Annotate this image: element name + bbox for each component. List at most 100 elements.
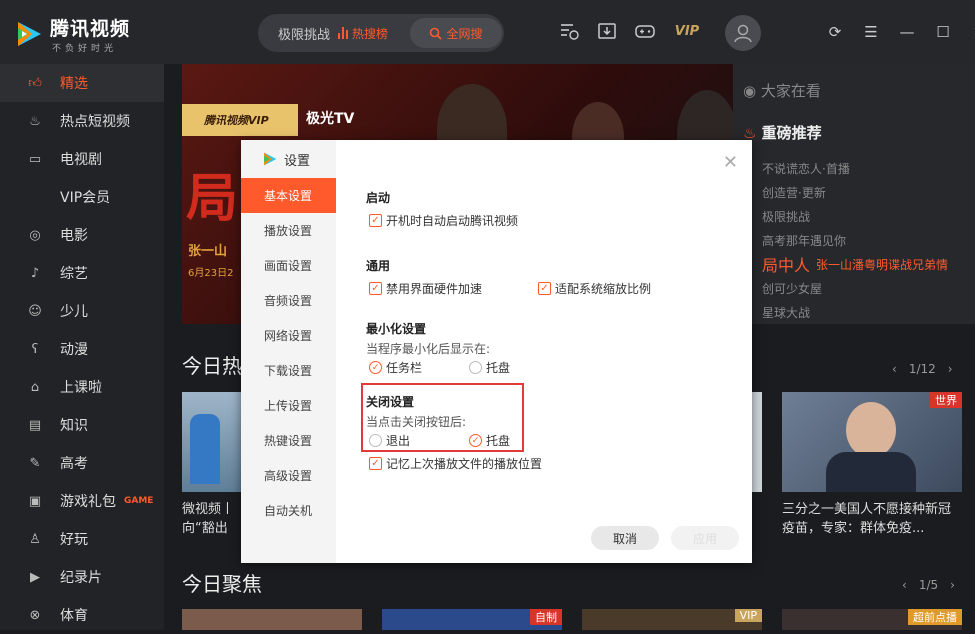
hot-section-title: 今日热	[182, 354, 242, 378]
cancel-button[interactable]: 取消	[591, 526, 659, 550]
close-exit-radio[interactable]: 退出	[369, 432, 410, 449]
vip-icon[interactable]: VIP	[672, 20, 702, 42]
settings-nav-item[interactable]: 音频设置	[241, 283, 336, 318]
sidebar-item[interactable]: 👍︎ 精选	[0, 64, 164, 102]
video-tag: VIP	[734, 609, 762, 622]
refresh-icon[interactable]: ⟳	[825, 22, 845, 42]
settings-nav-item[interactable]: 热键设置	[241, 423, 336, 458]
sidebar-item[interactable]: ♪ 综艺	[0, 254, 164, 292]
kid-icon: ☺	[28, 303, 42, 319]
settings-nav-item[interactable]: 高级设置	[241, 458, 336, 493]
hot-page-number: 1/12	[908, 362, 936, 376]
sidebar-item[interactable]: ⊗ 体育	[0, 596, 164, 634]
trending-title: ◉ 大家在看	[743, 82, 821, 100]
sidebar-item[interactable]: VIP会员	[0, 178, 164, 216]
sidebar-item[interactable]: ▶ 纪录片	[0, 558, 164, 596]
trending-item-title: 创造营·更新	[762, 185, 826, 200]
radio-empty-icon	[469, 361, 482, 374]
auto-start-checkbox[interactable]: ✓ 开机时自动启动腾讯视频	[369, 212, 518, 229]
book-icon: ▤	[28, 417, 42, 433]
close-window-icon[interactable]: ✕	[969, 22, 975, 42]
trending-item[interactable]: 创造营·更新	[762, 180, 948, 204]
sidebar-badge: GAME	[124, 496, 154, 506]
app-logo[interactable]: 腾讯视频 不负好时光	[14, 14, 130, 54]
startup-group-title: 启动	[366, 191, 391, 205]
history-icon[interactable]	[558, 20, 580, 42]
sidebar-item[interactable]: ▣ 游戏礼包 GAME	[0, 482, 164, 520]
settings-nav-item[interactable]: 自动关机	[241, 493, 336, 528]
close-tray-radio[interactable]: ✓ 托盘	[469, 432, 510, 449]
trending-item[interactable]: 星球大战	[762, 300, 948, 324]
sidebar-item[interactable]: ♨ 热点短视频	[0, 102, 164, 140]
video-card-thumbnail[interactable]	[182, 392, 241, 492]
video-card-thumbnail[interactable]	[752, 392, 762, 492]
search-input[interactable]: 极限挑战	[278, 24, 330, 43]
close-dialog-icon[interactable]: ✕	[723, 152, 738, 173]
video-card-caption[interactable]: 三分之一美国人不愿接种新冠疫苗，专家：群体免疫...	[782, 500, 962, 538]
sidebar-item[interactable]: ʕ 动漫	[0, 330, 164, 368]
sidebar-item[interactable]: ✎ 高考	[0, 444, 164, 482]
settings-nav-item[interactable]: 画面设置	[241, 248, 336, 283]
settings-dialog: 设置 基本设置 播放设置 画面设置 音频设置 网络设置 下载设置 上传设置 热键设置 高级设置自…	[241, 140, 752, 563]
trending-item[interactable]: 创可少女屋	[762, 276, 948, 300]
system-scaling-checkbox[interactable]: ✓ 适配系统缩放比例	[538, 280, 651, 297]
exam-icon: ✎	[29, 455, 41, 471]
radio-selected-icon: ✓	[369, 361, 382, 374]
joystick-icon: ♙	[29, 531, 41, 547]
menu-icon[interactable]: ☰	[861, 22, 881, 42]
prev-page-icon[interactable]: ‹	[902, 578, 907, 592]
sidebar-item[interactable]: ▭ 电视剧	[0, 140, 164, 178]
video-tag: 世界	[930, 392, 962, 408]
download-icon[interactable]	[596, 20, 618, 42]
checkbox-checked-icon: ✓	[369, 214, 382, 227]
minimize-tray-radio[interactable]: 托盘	[469, 359, 510, 376]
settings-nav-item[interactable]: 上传设置	[241, 388, 336, 423]
sidebar-item-label: 电视剧	[60, 152, 102, 168]
maximize-icon[interactable]: ☐	[933, 22, 953, 42]
radio-empty-icon	[369, 434, 382, 447]
video-card-caption[interactable]: 微视频丨 向“豁出	[182, 500, 242, 538]
trending-item[interactable]: 局中人 张一山潘粤明谍战兄弟情	[762, 252, 948, 276]
next-page-icon[interactable]: ›	[948, 362, 953, 376]
sidebar-item[interactable]: ⌂ 上课啦	[0, 368, 164, 406]
sidebar-item[interactable]: ▤ 知识	[0, 406, 164, 444]
prev-page-icon[interactable]: ‹	[892, 362, 897, 376]
game-icon[interactable]	[634, 20, 656, 42]
sidebar-item-label: 知识	[60, 418, 88, 434]
search-icon	[430, 27, 443, 40]
focus-card-thumbnail[interactable]: 自制	[382, 609, 562, 630]
tencent-video-logo-icon	[18, 22, 41, 46]
focus-card-thumbnail[interactable]: VIP	[582, 609, 762, 630]
settings-nav-item[interactable]: 播放设置	[241, 213, 336, 248]
sidebar-item-label: VIP会员	[60, 190, 111, 206]
trending-item[interactable]: 极限挑战	[762, 204, 948, 228]
settings-nav-item[interactable]: 基本设置	[241, 178, 336, 213]
apply-button[interactable]: 应用	[671, 526, 739, 550]
disable-hw-accel-checkbox[interactable]: ✓ 禁用界面硬件加速	[369, 280, 482, 297]
trending-item[interactable]: 不说谎恋人·首播	[762, 156, 948, 180]
trending-item[interactable]: 高考那年遇见你	[762, 228, 948, 252]
sidebar-item[interactable]: ☺ 少儿	[0, 292, 164, 330]
hot-search-link[interactable]: 热搜榜	[352, 25, 388, 42]
focus-card-thumbnail[interactable]: 超前点播	[782, 609, 962, 630]
checkbox-checked-icon: ✓	[369, 457, 382, 470]
sidebar-item-label: 少儿	[60, 304, 88, 320]
sidebar-item[interactable]: ♙ 好玩	[0, 520, 164, 558]
focus-card-thumbnail[interactable]	[182, 609, 362, 630]
user-avatar[interactable]	[725, 15, 761, 51]
remember-position-checkbox[interactable]: ✓ 记忆上次播放文件的播放位置	[369, 455, 542, 472]
search-box[interactable]: 极限挑战 热搜榜 全网搜	[258, 14, 504, 52]
trending-item-title: 极限挑战	[762, 209, 811, 224]
settings-nav-item[interactable]: 网络设置	[241, 318, 336, 353]
minimize-taskbar-radio[interactable]: ✓ 任务栏	[369, 359, 422, 376]
banner-brand-partner: 极光TV	[306, 111, 355, 127]
minimize-icon[interactable]: —	[897, 22, 917, 42]
trending-item-title: 星球大战	[762, 305, 811, 320]
trending-item-subtitle: 张一山潘粤明谍战兄弟情	[816, 257, 949, 272]
search-button[interactable]: 全网搜	[410, 18, 502, 48]
sidebar-item[interactable]: ◎ 电影	[0, 216, 164, 254]
video-card-thumbnail[interactable]: 世界	[782, 392, 962, 492]
focus-page-number: 1/5	[918, 578, 939, 592]
next-page-icon[interactable]: ›	[950, 578, 955, 592]
settings-nav-item[interactable]: 下载设置	[241, 353, 336, 388]
